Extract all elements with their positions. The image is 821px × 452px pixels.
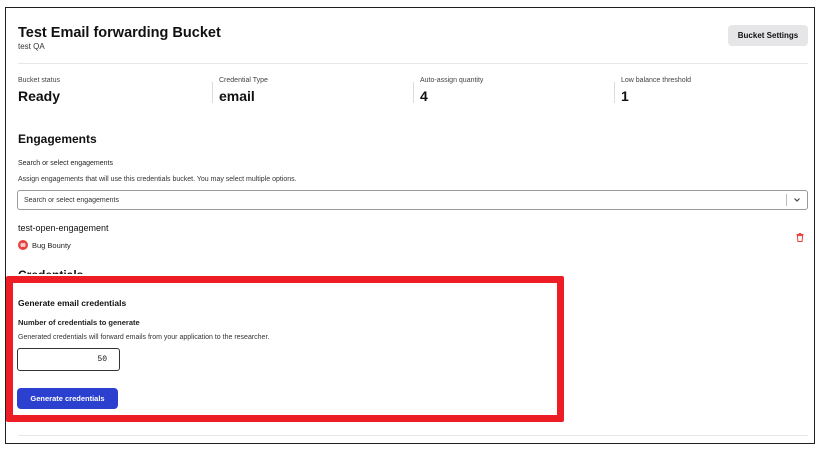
engagements-field-label: Search or select engagements (18, 160, 113, 167)
engagement-type-label: Bug Bounty (32, 240, 71, 250)
divider (212, 82, 213, 103)
stat-auto-assign-quantity: Auto-assign quantity 4 (420, 77, 483, 104)
trash-icon[interactable] (796, 233, 804, 242)
engagements-help-text: Assign engagements that will use this cr… (18, 176, 297, 183)
stat-value: 4 (420, 88, 428, 104)
engagements-select[interactable] (17, 190, 808, 210)
stat-label: Bucket status (18, 77, 61, 84)
generate-help-text: Generated credentials will forward email… (18, 334, 270, 341)
credentials-count-input[interactable] (17, 348, 120, 371)
divider (786, 194, 787, 206)
stat-credential-type: Credential Type email (219, 77, 268, 104)
credentials-title: Credentials (18, 265, 83, 274)
generate-credentials-button[interactable]: Generate credentials (17, 388, 118, 409)
page-subtitle: test QA (18, 42, 45, 51)
engagements-search-input[interactable] (24, 194, 784, 206)
bug-bounty-icon (18, 240, 28, 250)
credentials-count-label: Number of credentials to generate (18, 318, 140, 327)
stat-value: 1 (621, 88, 629, 104)
stat-low-balance-threshold: Low balance threshold 1 (621, 77, 691, 104)
chevron-down-icon[interactable] (792, 194, 802, 206)
divider (413, 82, 414, 103)
stat-label: Low balance threshold (621, 77, 692, 84)
generate-credentials-title: Generate email credentials (18, 298, 127, 308)
divider (614, 82, 615, 103)
engagements-title: Engagements (18, 132, 97, 146)
page-title: Test Email forwarding Bucket (18, 25, 221, 41)
divider (18, 435, 808, 436)
stat-value: Ready (18, 88, 61, 104)
engagement-type: Bug Bounty (18, 240, 71, 250)
stat-value: email (219, 88, 255, 104)
stat-label: Credential Type (219, 77, 268, 84)
stat-bucket-status: Bucket status Ready (18, 77, 60, 104)
engagement-name: test-open-engagement (18, 223, 109, 233)
divider (18, 63, 808, 64)
stat-label: Auto-assign quantity (420, 77, 484, 84)
bucket-settings-button[interactable]: Bucket Settings (728, 25, 808, 46)
